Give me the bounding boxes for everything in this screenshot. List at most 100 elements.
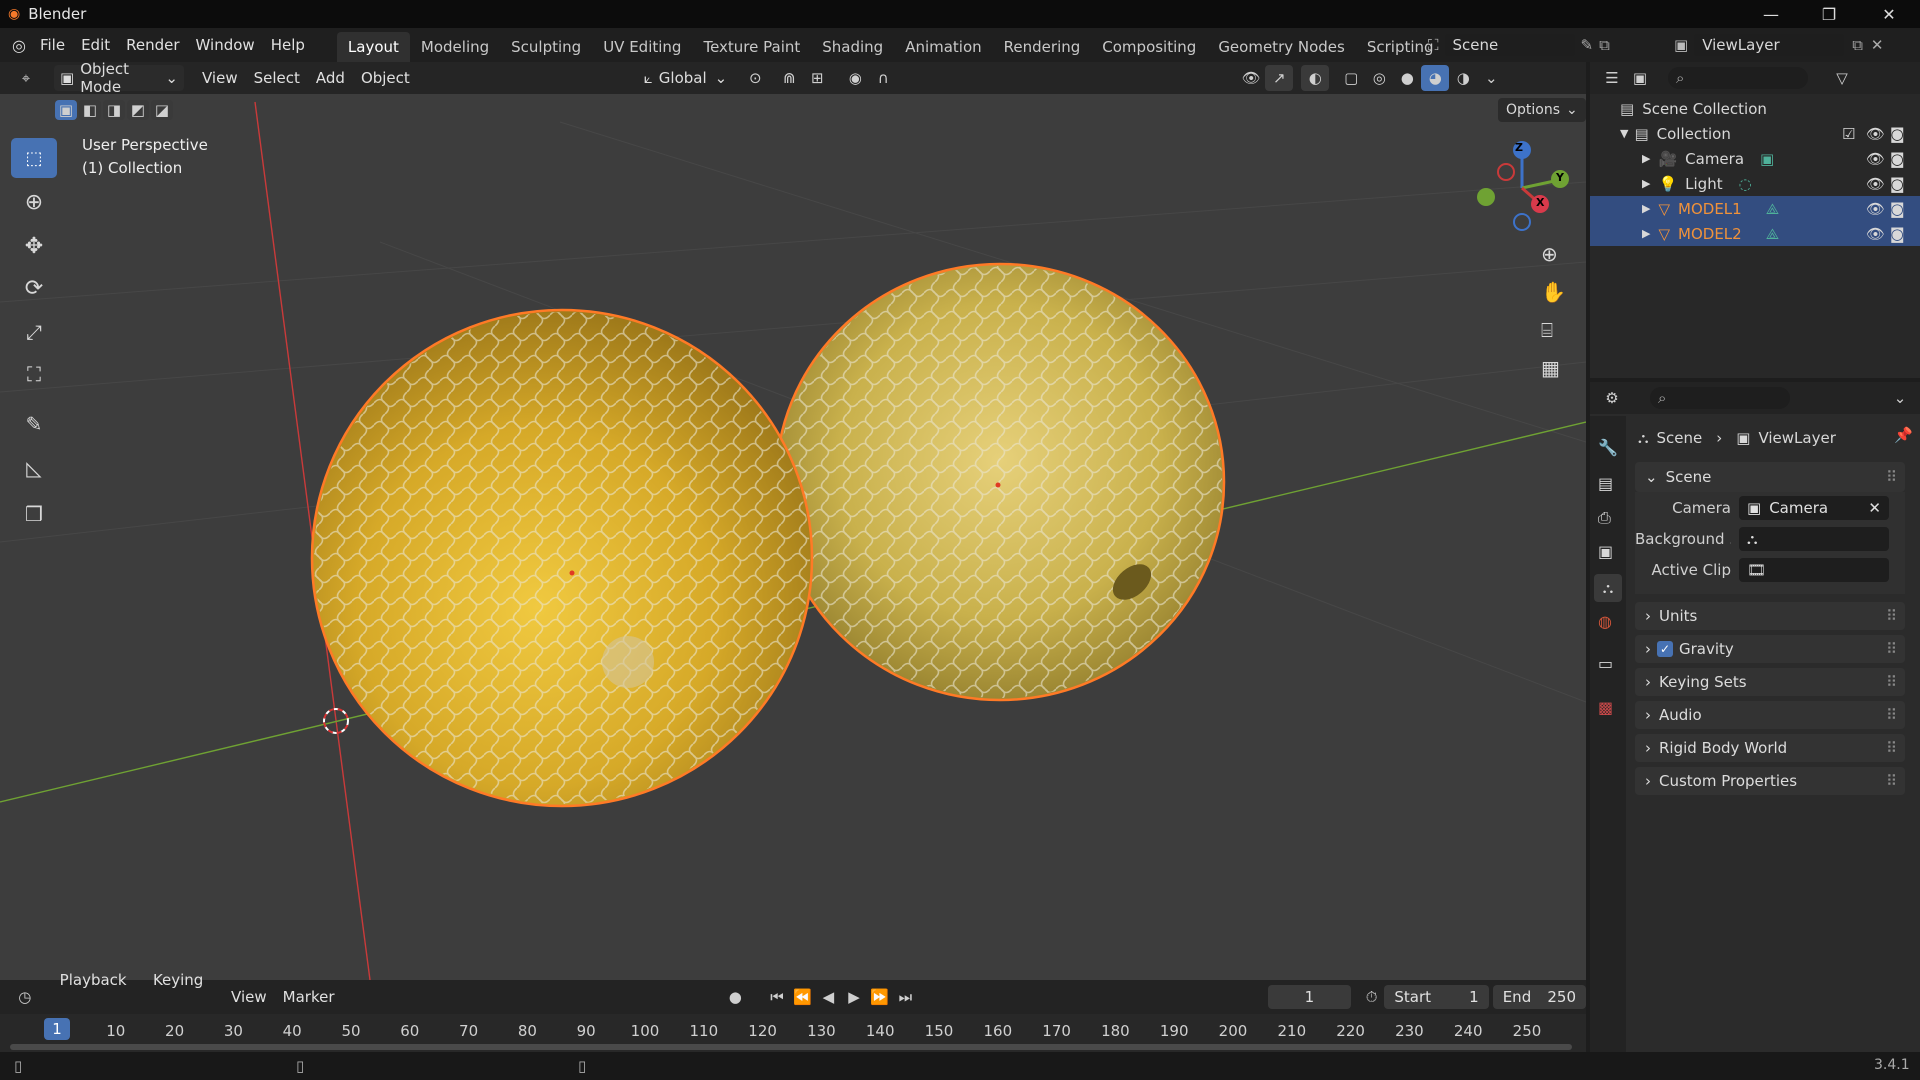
play-icon[interactable]: ▶	[841, 984, 867, 1010]
material-shading-icon[interactable]: ◕	[1421, 65, 1450, 91]
editor-type-icon[interactable]: ⚙	[1598, 385, 1626, 411]
minimize-button[interactable]: —	[1742, 0, 1800, 28]
tab-uv-editing[interactable]: UV Editing	[592, 32, 692, 62]
world-tab-icon[interactable]: ◍	[1598, 612, 1612, 631]
model2-melon[interactable]	[774, 262, 1226, 702]
model1-melon[interactable]	[310, 308, 814, 808]
tab-texture-paint[interactable]: Texture Paint	[692, 32, 811, 62]
jump-keyframe-back-icon[interactable]: ⏪	[790, 984, 816, 1010]
timeline-scrollbar[interactable]	[10, 1044, 1572, 1050]
select-menu[interactable]: Select	[246, 61, 308, 95]
pin-icon[interactable]: 📌	[1894, 426, 1913, 444]
timeline-ruler[interactable]: 1 10 20 30 40 50 60 70 80 90 100 110 120 130 140 150 16…	[0, 1014, 1586, 1052]
render-camera-icon[interactable]: ◙	[1890, 200, 1905, 218]
drag-handle-icon[interactable]: ⠿	[1886, 739, 1897, 757]
3d-viewport[interactable]: Z Y X User Perspective (1) Collection ⬚ …	[0, 62, 1586, 980]
preview-range-icon[interactable]: ⏱	[1359, 984, 1385, 1010]
drag-handle-icon[interactable]: ⠿	[1886, 706, 1897, 724]
menu-file[interactable]: File	[32, 28, 73, 62]
rotate-tool[interactable]: ⟳	[11, 268, 57, 308]
tab-compositing[interactable]: Compositing	[1091, 32, 1207, 62]
solid-shading-icon[interactable]: ●	[1393, 65, 1421, 91]
camera-field[interactable]: ▣ Camera ✕	[1739, 496, 1889, 520]
menu-help[interactable]: Help	[263, 28, 313, 62]
playhead[interactable]: 1	[44, 1018, 70, 1040]
clear-icon[interactable]: ✕	[1868, 499, 1881, 517]
keying-sets-panel[interactable]: › Keying Sets ⠿	[1635, 668, 1905, 696]
zoom-icon[interactable]: ⊕	[1541, 242, 1558, 266]
transform-orientation-selector[interactable]: ⟀ Global ⌄	[638, 65, 733, 91]
gizmo-z-label[interactable]: Z	[1515, 141, 1523, 154]
editor-type-icon[interactable]: ☰	[1598, 65, 1626, 91]
eye-icon[interactable]: 👁	[1866, 175, 1885, 193]
pin-icon[interactable]: ✎	[1581, 36, 1594, 54]
display-mode-icon[interactable]: ▣	[1626, 65, 1654, 91]
drag-handle-icon[interactable]: ⠿	[1886, 772, 1897, 790]
custom-properties-panel[interactable]: › Custom Properties ⠿	[1635, 767, 1905, 795]
filter-icon[interactable]: ▽	[1828, 65, 1856, 91]
texture-tab-icon[interactable]: ▩	[1598, 698, 1613, 717]
pivot-point-icon[interactable]: ⊙	[741, 65, 769, 91]
marker-menu[interactable]: Marker	[275, 980, 343, 1014]
new-scene-icon[interactable]: ⧉	[1599, 36, 1610, 54]
wireframe-shading-icon[interactable]: ◎	[1365, 65, 1393, 91]
outliner-search[interactable]: ⌕	[1668, 67, 1808, 89]
tool-tab-icon[interactable]: 🔧	[1598, 438, 1618, 457]
mode-selector[interactable]: ▣ Object Mode ⌄	[54, 60, 184, 96]
tab-modeling[interactable]: Modeling	[410, 32, 500, 62]
active-clip-field[interactable]: 🎞	[1739, 558, 1889, 582]
tab-animation[interactable]: Animation	[894, 32, 992, 62]
outliner-item-light[interactable]: ▶ 💡 Light ◌ 👁 ◙	[1590, 171, 1920, 196]
jump-end-icon[interactable]: ⏭	[893, 984, 919, 1010]
select-intersect-icon[interactable]: ◪	[151, 100, 173, 120]
render-tab-icon[interactable]: ▤	[1598, 474, 1613, 493]
outliner-item-model1[interactable]: ▶ ▽ MODEL1 ⟁ 👁 ◙	[1590, 196, 1920, 221]
editor-type-icon[interactable]: ◷	[12, 984, 38, 1010]
blender-menu-icon[interactable]: ◎	[12, 36, 26, 55]
gizmo-x-label[interactable]: X	[1536, 196, 1544, 209]
select-invert-icon[interactable]: ◩	[127, 100, 149, 120]
audio-panel[interactable]: › Audio ⠿	[1635, 701, 1905, 729]
scene-tab-icon[interactable]: ⛬	[1594, 574, 1622, 602]
expand-arrow-icon[interactable]: ▶	[1642, 202, 1650, 215]
drag-handle-icon[interactable]: ⠿	[1886, 607, 1897, 625]
falloff-icon[interactable]: ∩	[869, 65, 897, 91]
xray-icon[interactable]: ▢	[1337, 65, 1365, 91]
annotate-tool[interactable]: ✎	[11, 404, 57, 444]
editor-type-icon[interactable]: ⌖	[12, 65, 40, 91]
add-menu[interactable]: Add	[308, 61, 353, 95]
timeline-view-menu[interactable]: View	[223, 980, 275, 1014]
menu-edit[interactable]: Edit	[73, 28, 118, 62]
gizmo-y-label[interactable]: Y	[1556, 171, 1564, 184]
scale-tool[interactable]: ⤢	[11, 312, 57, 352]
visibility-icon[interactable]: 👁	[1237, 65, 1265, 91]
play-reverse-icon[interactable]: ◀	[816, 984, 842, 1010]
navigation-gizmo[interactable]	[1477, 141, 1569, 231]
scene-name[interactable]: Scene	[1444, 34, 1575, 56]
outliner-item-camera[interactable]: ▶ 🎥 Camera ▣ 👁 ◙	[1590, 146, 1920, 171]
collection-tab-icon[interactable]: ▭	[1598, 654, 1613, 673]
tab-geometry-nodes[interactable]: Geometry Nodes	[1207, 32, 1356, 62]
gravity-checkbox[interactable]: ✓	[1657, 641, 1673, 657]
pan-hand-icon[interactable]: ✋	[1541, 280, 1566, 304]
current-frame-field[interactable]: 1	[1268, 985, 1351, 1009]
gravity-panel[interactable]: › ✓ Gravity ⠿	[1635, 635, 1905, 663]
new-viewlayer-icon[interactable]: ⧉	[1852, 36, 1863, 54]
transform-tool[interactable]: ⛶	[11, 354, 57, 394]
output-tab-icon[interactable]: ⎙	[1598, 508, 1611, 528]
tab-rendering[interactable]: Rendering	[993, 32, 1092, 62]
background-field[interactable]: ⛬	[1739, 527, 1889, 551]
viewlayer-selector[interactable]: ▣ ViewLayer ⧉ ✕	[1674, 32, 1914, 58]
expand-arrow-icon[interactable]: ▼	[1620, 127, 1628, 140]
jump-start-icon[interactable]: ⏮	[764, 984, 790, 1010]
chevron-down-icon[interactable]: ⌄	[1886, 385, 1914, 411]
select-box-tool[interactable]: ⬚	[11, 138, 57, 178]
expand-arrow-icon[interactable]: ▶	[1642, 227, 1650, 240]
shading-options-icon[interactable]: ⌄	[1477, 65, 1505, 91]
scene-collection-row[interactable]: ▤ Scene Collection	[1590, 96, 1920, 121]
tab-sculpting[interactable]: Sculpting	[500, 32, 592, 62]
drag-handle-icon[interactable]: ⠿	[1886, 640, 1897, 658]
maximize-button[interactable]: ❐	[1800, 0, 1858, 28]
viewlayer-name[interactable]: ViewLayer	[1694, 34, 1845, 56]
render-camera-icon[interactable]: ◙	[1890, 175, 1905, 193]
